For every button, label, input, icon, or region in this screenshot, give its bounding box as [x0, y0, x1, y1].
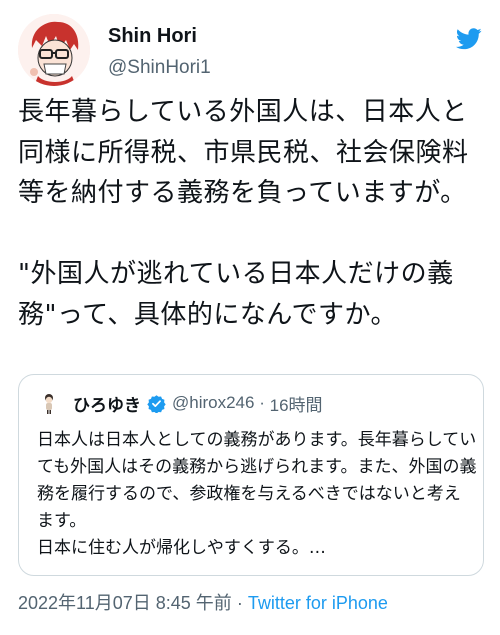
tweet-timestamp[interactable]: 2022年11月07日 8:45 午前: [18, 593, 232, 613]
quoted-tweet-text: 日本人は日本人としての義務があります。長年暮らしていても外国人はその義務から逃げ…: [37, 430, 477, 558]
tweet-footer: 2022年11月07日 8:45 午前 · Twitter for iPhone: [18, 589, 388, 615]
quoted-timestamp[interactable]: 16時間: [270, 391, 323, 416]
author-avatar[interactable]: [18, 14, 90, 86]
footer-separator: ·: [236, 593, 243, 613]
quoted-author-display-name[interactable]: ひろゆき: [73, 391, 141, 416]
quoted-tweet[interactable]: ひろゆき @hirox246 · 16時間 日本人は日本人としての義務があります…: [18, 374, 484, 576]
quoted-author-handle[interactable]: @hirox246: [172, 393, 254, 413]
quoted-tweet-header: ひろゆき @hirox246 · 16時間: [37, 391, 323, 416]
doll-avatar-icon: [37, 391, 61, 415]
twitter-bird-icon[interactable]: [456, 28, 482, 50]
caricature-avatar-icon: [18, 14, 90, 86]
tweet-text: 長年暮らしている外国人は、日本人と同様に所得税、市県民税、社会保険料等を納付する…: [18, 97, 469, 330]
tweet-source-link[interactable]: Twitter for iPhone: [248, 593, 388, 613]
author-display-name[interactable]: Shin Hori: [108, 24, 211, 48]
author-handle[interactable]: @ShinHori1: [108, 56, 211, 80]
verified-badge-icon: [147, 394, 166, 413]
quoted-separator: ·: [259, 393, 265, 412]
quoted-author-avatar[interactable]: [37, 391, 61, 415]
tweet-header: Shin Hori @ShinHori1: [0, 0, 500, 92]
